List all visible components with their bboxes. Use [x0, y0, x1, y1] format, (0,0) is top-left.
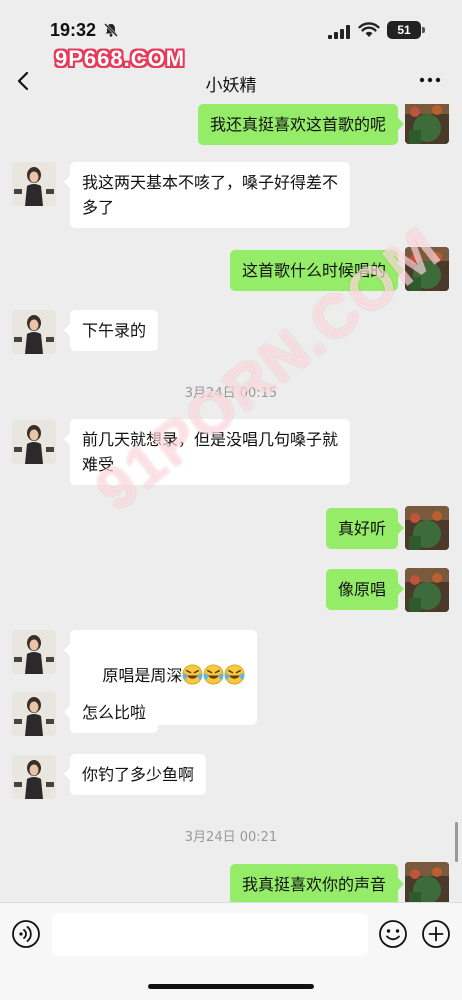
- contact-avatar[interactable]: [12, 310, 56, 354]
- message-bubble[interactable]: 你钓了多少鱼啊: [63, 754, 207, 795]
- my-avatar[interactable]: [405, 506, 449, 550]
- nav-bar: 小妖精: [0, 60, 462, 104]
- more-icon[interactable]: [418, 72, 442, 92]
- message-text: 原唱是周深: [102, 666, 183, 685]
- message-bubble[interactable]: 下午录的: [63, 310, 159, 351]
- my-avatar[interactable]: [405, 568, 449, 612]
- contact-avatar[interactable]: [12, 420, 56, 464]
- contact-avatar[interactable]: [12, 630, 56, 674]
- my-avatar[interactable]: [405, 247, 449, 291]
- scrollbar[interactable]: [455, 822, 458, 862]
- contact-avatar[interactable]: [12, 162, 56, 206]
- message-bubble[interactable]: 我还真挺喜欢这首歌的呢: [197, 104, 405, 145]
- message-bubble[interactable]: 我真挺喜欢你的声音: [229, 864, 405, 902]
- status-time: 19:32: [50, 20, 97, 40]
- message-timestamp: 3月24日 00:15: [184, 386, 278, 401]
- emoji-icon[interactable]: [378, 919, 408, 953]
- plus-icon[interactable]: [421, 919, 451, 953]
- status-bar: 19:32 51: [0, 0, 462, 48]
- message-bubble[interactable]: 前几天就想录，但是没唱几句嗓子就 难受: [63, 419, 351, 485]
- message-bubble[interactable]: 真好听: [325, 508, 405, 549]
- message-bubble[interactable]: 像原唱: [325, 569, 405, 610]
- crying-laughing-emoji-icon: [224, 664, 245, 692]
- message-timestamp: 3月24日 00:21: [184, 830, 278, 845]
- message-list[interactable]: 我还真挺喜欢这首歌的呢 我这两天基本不咳了，嗓子好得差不 多了 这首歌什么时候唱…: [0, 104, 462, 902]
- crying-laughing-emoji-icon: [182, 664, 203, 692]
- crying-laughing-emoji-icon: [203, 664, 224, 692]
- home-indicator: [148, 984, 314, 989]
- my-avatar[interactable]: [405, 104, 449, 144]
- battery-tip: [422, 27, 425, 33]
- message-input[interactable]: [52, 913, 368, 956]
- battery-icon: 51: [387, 21, 421, 39]
- contact-avatar[interactable]: [12, 692, 56, 736]
- wifi-icon: [358, 22, 380, 42]
- voice-icon[interactable]: [11, 919, 41, 953]
- message-bubble[interactable]: 我这两天基本不咳了，嗓子好得差不 多了: [63, 162, 351, 228]
- contact-avatar[interactable]: [12, 755, 56, 799]
- message-bubble[interactable]: 这首歌什么时候唱的: [229, 250, 405, 291]
- chat-title: 小妖精: [205, 76, 257, 96]
- my-avatar[interactable]: [405, 862, 449, 902]
- bell-muted-icon: [103, 22, 119, 42]
- message-bubble[interactable]: 怎么比啦: [63, 692, 159, 733]
- signal-icon: [328, 24, 352, 43]
